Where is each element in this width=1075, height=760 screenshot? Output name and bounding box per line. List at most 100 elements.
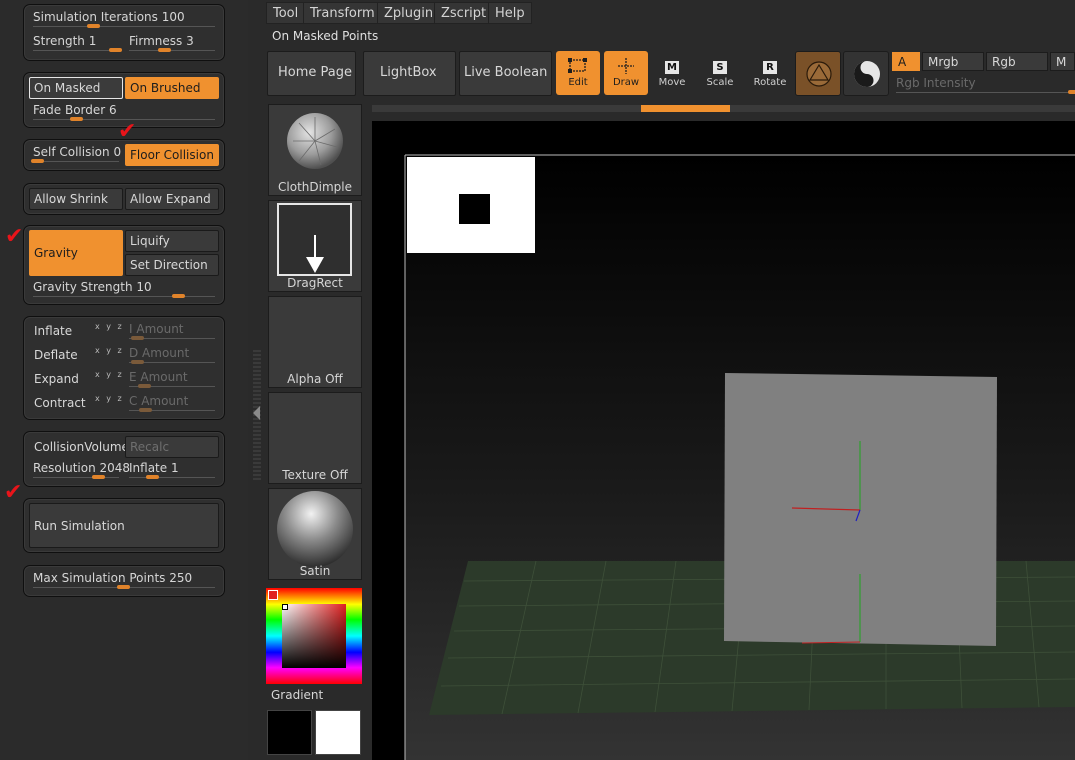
a-button[interactable]: A <box>892 52 920 71</box>
on-masked-button[interactable]: On Masked <box>29 77 123 99</box>
max-points-group: Max Simulation Points 250 <box>23 565 225 597</box>
firmness-knob[interactable] <box>158 48 171 52</box>
color-saturation-field[interactable] <box>282 604 346 668</box>
menu-transform[interactable]: Transform <box>303 2 382 24</box>
max-simulation-points-label: Max Simulation Points <box>33 571 166 585</box>
live-boolean-button[interactable]: Live Boolean <box>459 51 552 96</box>
texture-thumbnail[interactable]: Texture Off <box>268 392 362 484</box>
move-button[interactable]: M Move <box>650 51 694 95</box>
d-amount-knob <box>131 360 144 364</box>
rgb-intensity-label: Rgb Intensity <box>896 76 976 90</box>
menu-zplugin[interactable]: Zplugin <box>377 2 441 24</box>
strength-knob[interactable] <box>109 48 122 52</box>
c-amount-knob <box>139 408 152 412</box>
collision-inflate-slider[interactable]: Inflate 1 <box>125 458 219 480</box>
scale-button[interactable]: S Scale <box>698 51 742 95</box>
e-amount-knob <box>138 384 151 388</box>
deflate-xyz-axes[interactable]: x y z <box>95 346 124 355</box>
mrgb-button[interactable]: Mrgb <box>922 52 984 71</box>
material-sphere-icon <box>806 61 832 87</box>
max-simulation-points-value: 250 <box>169 571 193 585</box>
max-simulation-points-knob[interactable] <box>117 585 130 589</box>
allow-shrink-button[interactable]: Allow Shrink <box>29 188 123 210</box>
satin-material-icon <box>277 491 353 567</box>
main-color-swatch[interactable] <box>315 710 361 755</box>
panel-divider[interactable] <box>253 350 261 480</box>
secondary-color-swatch[interactable] <box>267 710 312 755</box>
stroke-name: DragRect <box>287 276 343 290</box>
gradient-label: Gradient <box>271 688 324 702</box>
viewport-scene[interactable] <box>372 121 1075 760</box>
rgb-intensity-knob[interactable] <box>1068 90 1075 94</box>
on-brushed-button[interactable]: On Brushed <box>125 77 219 99</box>
lightbox-button[interactable]: LightBox <box>363 51 456 96</box>
floor-collision-button[interactable]: Floor Collision <box>125 144 219 166</box>
collapse-arrow-icon[interactable] <box>253 406 261 420</box>
resolution-knob[interactable] <box>92 475 105 479</box>
inflate-xyz-axes[interactable]: x y z <box>95 322 124 331</box>
rgb-intensity-slider[interactable]: Rgb Intensity <box>892 73 1075 95</box>
document-canvas[interactable] <box>372 121 1075 760</box>
stroke-thumbnail[interactable]: DragRect <box>268 200 362 292</box>
menu-zscript[interactable]: Zscript <box>434 2 494 24</box>
resolution-slider[interactable]: Resolution 2048 <box>29 458 130 480</box>
i-amount-label: I Amount <box>129 322 184 336</box>
move-icon: M <box>650 51 694 77</box>
collision-inflate-value: 1 <box>170 461 179 475</box>
drag-rect-stroke-icon <box>277 203 352 276</box>
edit-button[interactable]: Edit <box>556 51 600 95</box>
fade-border-label: Fade Border <box>33 103 106 117</box>
home-page-button[interactable]: Home Page <box>267 51 356 96</box>
m-button[interactable]: M <box>1050 52 1075 71</box>
material-name: Satin <box>299 564 331 578</box>
menu-help[interactable]: Help <box>488 2 532 24</box>
gravity-button[interactable]: Gravity <box>29 230 123 276</box>
simulation-iterations-slider[interactable]: Simulation Iterations 100 <box>29 7 219 29</box>
color-picker[interactable] <box>266 588 362 684</box>
menu-tool[interactable]: Tool <box>266 2 306 24</box>
material-mode-button[interactable] <box>795 51 841 96</box>
self-collision-knob[interactable] <box>31 159 44 163</box>
check-mark-icon: ✔ <box>118 119 137 144</box>
material-thumbnail[interactable]: Satin <box>268 488 362 580</box>
shading-mode-button[interactable] <box>843 51 889 96</box>
color-hue-marker[interactable] <box>268 590 278 600</box>
i-amount-knob <box>131 336 144 340</box>
run-simulation-button[interactable]: Run Simulation <box>29 503 219 548</box>
contract-xyz-axes[interactable]: x y z <box>95 394 124 403</box>
d-amount-label: D Amount <box>129 346 190 360</box>
rgb-button[interactable]: Rgb <box>986 52 1048 71</box>
self-collision-track <box>33 161 119 162</box>
collision-inflate-label: Inflate <box>129 461 168 475</box>
check-mark-icon: ✔ <box>4 480 23 505</box>
set-direction-button[interactable]: Set Direction <box>125 254 219 276</box>
simulation-iterations-value: 100 <box>161 10 185 24</box>
firmness-slider[interactable]: Firmness 3 <box>125 31 219 53</box>
strength-label: Strength <box>33 34 85 48</box>
gravity-strength-knob[interactable] <box>172 294 185 298</box>
brush-thumbnail[interactable]: ClothDimple <box>268 104 362 196</box>
active-canvas-tab <box>641 105 730 112</box>
alpha-thumbnail[interactable]: Alpha Off <box>268 296 362 388</box>
expand-xyz-axes[interactable]: x y z <box>95 370 124 379</box>
self-collision-value: 0 <box>113 145 122 159</box>
rotate-label: Rotate <box>753 77 787 88</box>
liquify-button[interactable]: Liquify <box>125 230 219 252</box>
collision-volume-button[interactable]: CollisionVolume <box>29 436 129 458</box>
gravity-strength-slider[interactable]: Gravity Strength 10 <box>29 277 219 299</box>
draw-button[interactable]: Draw <box>604 51 648 95</box>
collision-inflate-knob[interactable] <box>146 475 159 479</box>
allow-expand-button[interactable]: Allow Expand <box>125 188 219 210</box>
strength-slider[interactable]: Strength 1 <box>29 31 123 53</box>
self-collision-label: Self Collision <box>33 145 110 159</box>
fade-border-knob[interactable] <box>70 117 83 121</box>
rotate-button[interactable]: R Rotate <box>748 51 792 95</box>
texture-name: Texture Off <box>282 468 348 482</box>
color-value-marker[interactable] <box>282 604 288 610</box>
cloth-dimple-brush-icon <box>287 113 343 169</box>
self-collision-slider[interactable]: Self Collision 0 <box>29 142 123 164</box>
max-simulation-points-slider[interactable]: Max Simulation Points 250 <box>29 568 219 590</box>
simulation-iterations-knob[interactable] <box>87 24 100 28</box>
scale-key-badge: S <box>713 61 727 74</box>
check-mark-icon: ✔ <box>5 224 24 249</box>
